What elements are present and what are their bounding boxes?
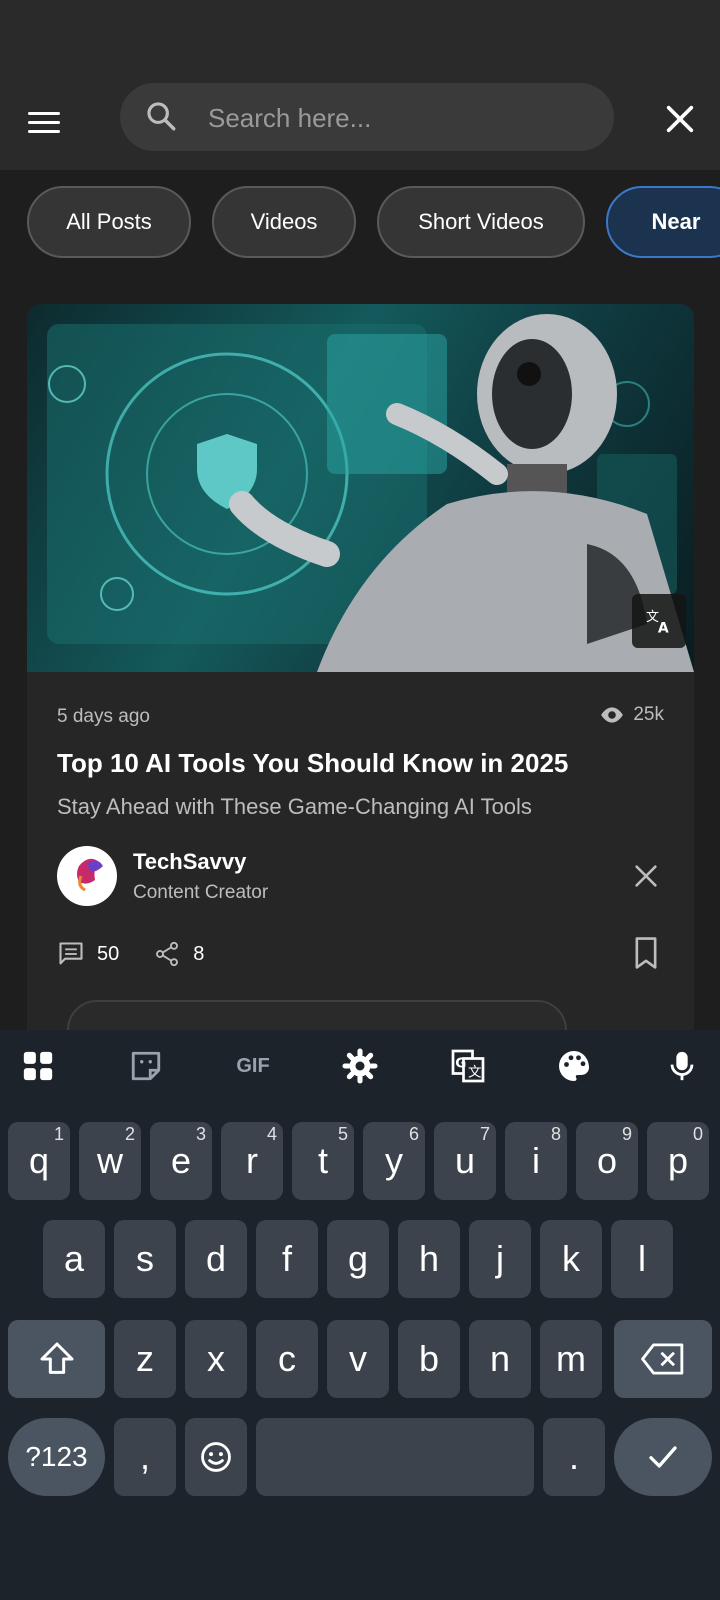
post-subtitle: Stay Ahead with These Game-Changing AI T…	[57, 794, 532, 819]
comments-count: 50	[97, 942, 120, 965]
bookmark-icon[interactable]	[632, 936, 660, 970]
search-box[interactable]	[120, 83, 614, 151]
comment-icon	[59, 942, 83, 965]
shares-count: 8	[193, 942, 205, 965]
key-q[interactable]: q1	[8, 1122, 70, 1200]
keyboard-toolbar: GIF G 文	[0, 1030, 720, 1100]
translate-icon: 文 A	[646, 610, 669, 635]
key-z[interactable]: z	[114, 1320, 176, 1398]
search-icon	[147, 102, 176, 131]
svg-text:A: A	[658, 621, 669, 635]
key-w[interactable]: w2	[79, 1122, 141, 1200]
post-stats: 50 8	[57, 936, 238, 972]
post-title[interactable]: Top 10 AI Tools You Should Know in 2025	[57, 748, 568, 779]
key-i[interactable]: i8	[505, 1122, 567, 1200]
enter-key[interactable]	[614, 1418, 712, 1496]
views-value: 25k	[633, 704, 664, 725]
shift-icon	[40, 1342, 73, 1374]
key-y[interactable]: y6	[363, 1122, 425, 1200]
key-s[interactable]: s	[114, 1220, 176, 1298]
settings-icon[interactable]	[340, 1046, 380, 1086]
chip-short-videos[interactable]: Short Videos	[377, 186, 585, 258]
chip-videos[interactable]: Videos	[212, 186, 356, 258]
svg-text:G: G	[455, 1056, 466, 1072]
dismiss-post-icon[interactable]	[632, 862, 660, 890]
filter-chips: All Posts Videos Short Videos Near	[0, 186, 720, 262]
key-o[interactable]: o9	[576, 1122, 638, 1200]
post-card[interactable]: 文 A 5 days ago 25k Top 10 AI Tools You S…	[27, 304, 694, 1044]
check-icon	[649, 1446, 677, 1468]
translate-keyboard-icon[interactable]: G 文	[448, 1046, 488, 1086]
chip-near[interactable]: Near	[606, 186, 720, 258]
post-image[interactable]: 文 A	[27, 304, 694, 672]
menu-button[interactable]	[28, 104, 64, 140]
robot-illustration	[47, 314, 694, 672]
author-avatar[interactable]	[57, 846, 117, 906]
space-key[interactable]	[256, 1418, 534, 1496]
svg-text:文: 文	[468, 1065, 482, 1081]
post-time: 5 days ago	[57, 706, 150, 727]
eye-icon	[601, 707, 624, 723]
share-button[interactable]: 8	[153, 940, 204, 968]
share-icon	[156, 941, 179, 967]
author-role: Content Creator	[133, 882, 269, 903]
key-l[interactable]: l	[611, 1220, 673, 1298]
key-x[interactable]: x	[185, 1320, 247, 1398]
key-t[interactable]: t5	[292, 1122, 354, 1200]
hamburger-icon	[28, 111, 60, 115]
keyboard: GIF G 文 q 1 w 2 e 3 r 4 t 5 y 6 u 7 i 8 …	[0, 1030, 720, 1600]
key-r[interactable]: r4	[221, 1122, 283, 1200]
apps-icon[interactable]	[18, 1046, 58, 1086]
backspace-icon	[641, 1343, 684, 1375]
chip-all-posts[interactable]: All Posts	[27, 186, 191, 258]
key-u[interactable]: u7	[434, 1122, 496, 1200]
search-input[interactable]	[206, 97, 590, 139]
key-n[interactable]: n	[469, 1320, 531, 1398]
sticker-icon[interactable]	[126, 1046, 166, 1086]
key-e[interactable]: e3	[150, 1122, 212, 1200]
key-k[interactable]: k	[540, 1220, 602, 1298]
symbols-key[interactable]: ?123	[8, 1418, 105, 1496]
key-g[interactable]: g	[327, 1220, 389, 1298]
key-a[interactable]: a	[43, 1220, 105, 1298]
close-search-icon[interactable]	[663, 102, 697, 136]
status-bar	[0, 0, 720, 82]
translate-button[interactable]: 文 A	[632, 594, 686, 648]
period-key[interactable]: .	[543, 1418, 605, 1496]
key-p[interactable]: p0	[647, 1122, 709, 1200]
shift-key[interactable]	[8, 1320, 105, 1398]
palette-icon[interactable]	[554, 1046, 594, 1086]
backspace-key[interactable]	[614, 1320, 712, 1398]
mic-icon[interactable]	[662, 1046, 702, 1086]
key-c[interactable]: c	[256, 1320, 318, 1398]
key-d[interactable]: d	[185, 1220, 247, 1298]
gif-button[interactable]: GIF	[230, 1046, 276, 1086]
key-j[interactable]: j	[469, 1220, 531, 1298]
comments-button[interactable]: 50	[57, 940, 119, 968]
author-name[interactable]: TechSavvy	[133, 849, 246, 875]
author-logo	[77, 858, 103, 892]
key-h[interactable]: h	[398, 1220, 460, 1298]
comma-key[interactable]: ,	[114, 1418, 176, 1496]
view-count: 25k	[599, 704, 664, 726]
key-v[interactable]: v	[327, 1320, 389, 1398]
key-b[interactable]: b	[398, 1320, 460, 1398]
top-bar	[0, 82, 720, 170]
emoji-key[interactable]	[185, 1418, 247, 1496]
emoji-icon	[201, 1442, 231, 1472]
key-f[interactable]: f	[256, 1220, 318, 1298]
key-m[interactable]: m	[540, 1320, 602, 1398]
